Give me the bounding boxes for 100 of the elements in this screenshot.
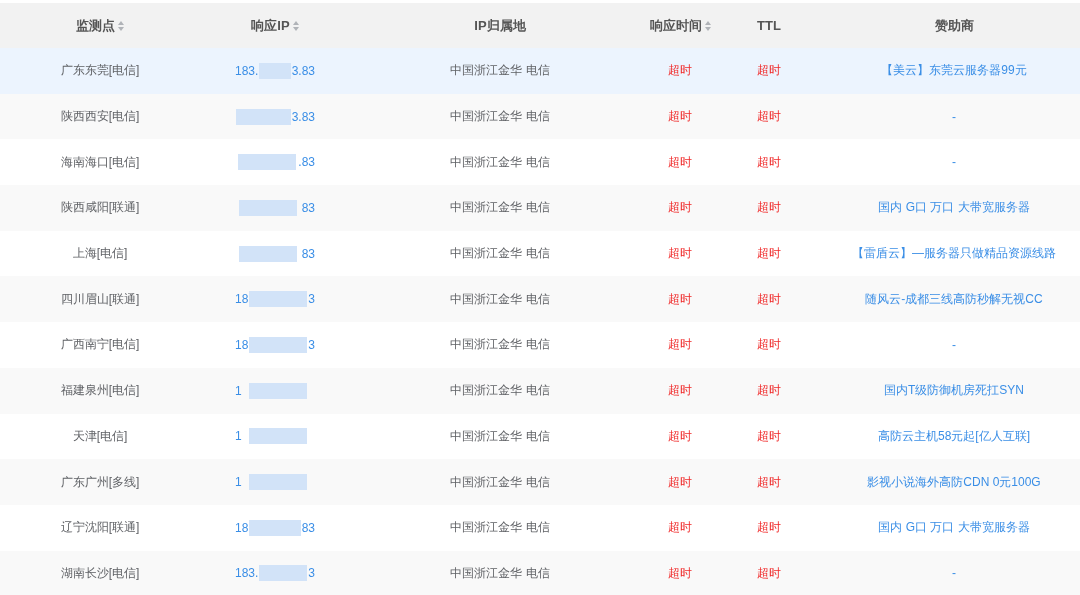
sponsor-link[interactable]: 国内T级防御机房死扛SYN xyxy=(884,382,1024,400)
ttl-value: 超时 xyxy=(757,108,781,126)
redaction-mask xyxy=(249,428,308,445)
sponsor-link[interactable]: 【雷盾云】—服务器只做精品资源线路 xyxy=(852,245,1056,263)
ip-fragment[interactable]: 1 xyxy=(235,429,242,444)
ip-fragment[interactable]: 18 xyxy=(235,337,249,352)
ip-location: 中国浙江金华 电信 xyxy=(450,336,550,354)
monitor-label: 辽宁沈阳[联通] xyxy=(60,519,140,537)
table-row[interactable]: 湖南长沙[电信] 183. 3 中国浙江金华 电信 超时 超时 - xyxy=(0,550,1080,595)
redaction-mask xyxy=(249,382,308,399)
ttl-value: 超时 xyxy=(757,519,781,537)
ip-location: 中国浙江金华 电信 xyxy=(450,153,550,171)
ip-fragment[interactable]: 3.83 xyxy=(291,63,315,78)
table-row[interactable]: 广东东莞[电信] 183. 3.83 中国浙江金华 电信 超时 超时 【美云】东莞云服务器99元 xyxy=(0,48,1080,94)
monitor-label: 陕西咸阳[联通] xyxy=(60,199,140,217)
table-row[interactable]: 四川眉山[联通] 18 3 中国浙江金华 电信 超时 超时 随风云-成都三线高防秒解无视CC xyxy=(0,276,1080,323)
response-time: 超时 xyxy=(668,290,692,308)
monitor-label: 广东东莞[电信] xyxy=(60,62,140,80)
column-header: TTL xyxy=(757,18,781,33)
sponsor-link[interactable]: 【美云】东莞云服务器99元 xyxy=(881,62,1027,80)
ttl-value: 超时 xyxy=(757,290,781,308)
column-header[interactable]: 响应IP xyxy=(251,16,299,35)
ip-fragment[interactable]: 1 xyxy=(235,475,242,490)
sponsor-link[interactable]: - xyxy=(952,155,956,170)
redaction-mask xyxy=(259,62,291,79)
sort-icon[interactable] xyxy=(292,20,299,31)
sponsor-link[interactable]: - xyxy=(952,566,956,581)
monitor-label: 上海[电信] xyxy=(72,245,128,263)
response-time: 超时 xyxy=(668,199,692,217)
ttl-value: 超时 xyxy=(757,336,781,354)
ttl-value: 超时 xyxy=(757,245,781,263)
monitor-label: 天津[电信] xyxy=(72,427,128,445)
sponsor-link[interactable]: 高防云主机58元起[亿人互联] xyxy=(878,427,1030,445)
ip-fragment[interactable]: 183. xyxy=(235,63,259,78)
response-time: 超时 xyxy=(668,427,692,445)
ip-location: 中国浙江金华 电信 xyxy=(450,473,550,491)
redaction-mask xyxy=(249,474,308,491)
sponsor-link[interactable]: - xyxy=(952,109,956,124)
ip-location: 中国浙江金华 电信 xyxy=(450,290,550,308)
column-header[interactable]: 响应时间 xyxy=(649,16,711,35)
ip-fragment[interactable]: 18 xyxy=(235,520,249,535)
redaction-mask xyxy=(239,245,298,262)
ttl-value: 超时 xyxy=(757,62,781,80)
ip-fragment[interactable]: 3.83 xyxy=(291,109,315,124)
ip-location: 中国浙江金华 电信 xyxy=(450,564,550,582)
redaction-mask xyxy=(249,336,308,353)
ip-fragment[interactable]: 18 xyxy=(235,292,249,307)
response-time: 超时 xyxy=(668,336,692,354)
sponsor-link[interactable]: 随风云-成都三线高防秒解无视CC xyxy=(865,290,1043,308)
ip-fragment[interactable]: 3 xyxy=(308,337,315,352)
ttl-value: 超时 xyxy=(757,427,781,445)
monitor-label: 福建泉州[电信] xyxy=(60,382,140,400)
table-row[interactable]: 陕西西安[电信] 3.83 中国浙江金华 电信 超时 超时 - xyxy=(0,93,1080,140)
column-header[interactable]: 监测点 xyxy=(76,16,124,35)
ip-fragment[interactable]: 83 xyxy=(301,520,315,535)
ip-location: 中国浙江金华 电信 xyxy=(450,245,550,263)
sort-icon[interactable] xyxy=(704,20,711,31)
ip-fragment[interactable]: 3 xyxy=(308,566,315,581)
column-header: IP归属地 xyxy=(474,16,526,35)
response-time: 超时 xyxy=(668,519,692,537)
monitor-label: 广东广州[多线] xyxy=(60,473,140,491)
redaction-mask xyxy=(249,291,308,308)
table-row[interactable]: 陕西咸阳[联通] 83 中国浙江金华 电信 超时 超时 国内 G口 万口 大带宽服务器 xyxy=(0,185,1080,231)
response-time: 超时 xyxy=(668,245,692,263)
table-row[interactable]: 福建泉州[电信] 1 中国浙江金华 电信 超时 超时 国内T级防御机房死扛SYN xyxy=(0,367,1080,414)
redaction-mask xyxy=(236,108,291,125)
sponsor-link[interactable]: 国内 G口 万口 大带宽服务器 xyxy=(878,519,1030,537)
response-time: 超时 xyxy=(668,382,692,400)
ttl-value: 超时 xyxy=(757,382,781,400)
response-time: 超时 xyxy=(668,108,692,126)
redaction-mask xyxy=(259,565,308,582)
ip-location: 中国浙江金华 电信 xyxy=(450,427,550,445)
redaction-mask xyxy=(237,154,296,171)
sponsor-link[interactable]: 影视小说海外高防CDN 0元100G xyxy=(867,473,1041,491)
column-header: 赞助商 xyxy=(934,16,974,35)
response-time: 超时 xyxy=(668,62,692,80)
ip-location: 中国浙江金华 电信 xyxy=(450,62,550,80)
ip-location: 中国浙江金华 电信 xyxy=(450,108,550,126)
ip-location: 中国浙江金华 电信 xyxy=(450,382,550,400)
sponsor-link[interactable]: - xyxy=(952,337,956,352)
ip-fragment[interactable]: 183. xyxy=(235,566,259,581)
monitor-label: 四川眉山[联通] xyxy=(60,290,140,308)
ip-fragment[interactable]: 83 xyxy=(301,200,315,215)
ip-fragment[interactable]: .83 xyxy=(298,155,315,170)
monitor-label: 湖南长沙[电信] xyxy=(60,564,140,582)
ip-location: 中国浙江金华 电信 xyxy=(450,199,550,217)
ttl-value: 超时 xyxy=(757,473,781,491)
ttl-value: 超时 xyxy=(757,564,781,582)
ip-fragment[interactable]: 83 xyxy=(301,246,315,261)
ttl-value: 超时 xyxy=(757,153,781,171)
sort-icon[interactable] xyxy=(118,20,124,31)
ip-fragment[interactable]: 3 xyxy=(308,292,315,307)
ttl-value: 超时 xyxy=(757,199,781,217)
ip-location: 中国浙江金华 电信 xyxy=(450,519,550,537)
response-time: 超时 xyxy=(668,153,692,171)
sponsor-link[interactable]: 国内 G口 万口 大带宽服务器 xyxy=(878,199,1030,217)
redaction-mask xyxy=(249,519,301,536)
response-time: 超时 xyxy=(668,473,692,491)
table-row[interactable]: 广东广州[多线] 1 中国浙江金华 电信 超时 超时 影视小说海外高防CDN 0元100G xyxy=(0,459,1080,505)
ip-fragment[interactable]: 1 xyxy=(235,383,242,398)
